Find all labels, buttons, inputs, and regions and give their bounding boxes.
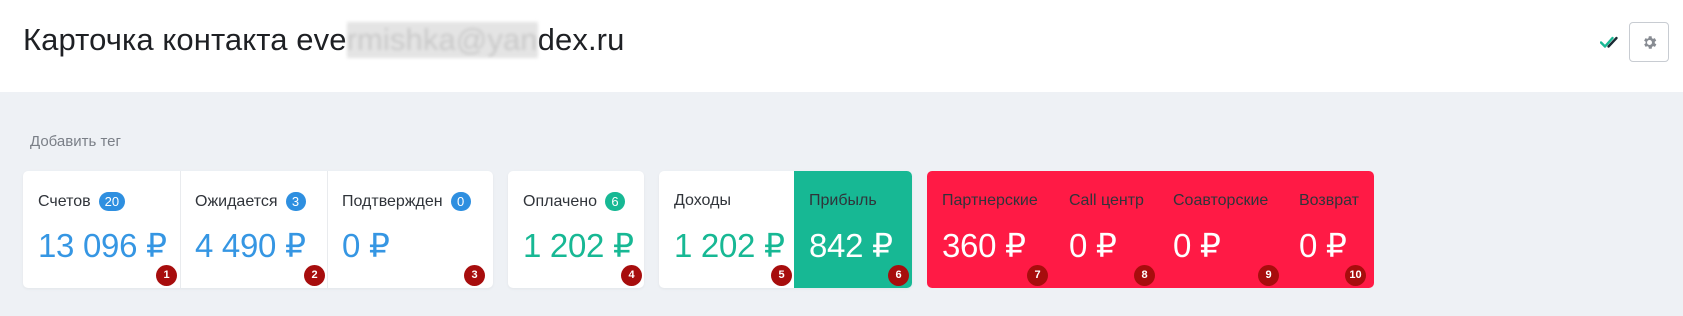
stat-label: Возврат	[1299, 192, 1359, 209]
stat-profit[interactable]: Прибыль 842 ₽ 6	[794, 171, 912, 288]
count-badge: 6	[604, 192, 625, 211]
paid-card: Оплачено 6 1 202 ₽ 4	[508, 171, 644, 288]
stat-label: Соавторские	[1173, 192, 1269, 209]
marker-badge: 3	[464, 265, 485, 286]
stat-label: Оплачено	[523, 192, 597, 210]
income-card: Доходы 1 202 ₽ 5 Прибыль 842 ₽ 6	[659, 171, 912, 288]
page-header: Карточка контакта evermishka@yandex.ru	[0, 0, 1683, 92]
stat-label: Прибыль	[809, 192, 877, 209]
marker-badge: 5	[771, 265, 792, 286]
check-double-icon	[1600, 36, 1618, 48]
add-tag-link[interactable]: Добавить тег	[30, 133, 121, 150]
stat-label: Call центр	[1069, 192, 1144, 209]
stat-confirmed[interactable]: Подтвержден 0 0 ₽ 3	[327, 171, 493, 288]
stat-label: Доходы	[674, 192, 731, 209]
title-prefix: Карточка контакта eve	[23, 22, 347, 57]
stat-value: 360 ₽	[942, 227, 1026, 264]
stat-income[interactable]: Доходы 1 202 ₽ 5	[659, 171, 794, 288]
stat-call-center[interactable]: Call центр 0 ₽ 8	[1054, 171, 1158, 288]
stat-value: 4 490 ₽	[195, 227, 306, 264]
count-badge: 20	[98, 192, 126, 211]
stat-value: 13 096 ₽	[38, 227, 167, 264]
marker-badge: 1	[156, 265, 177, 286]
marker-badge: 4	[621, 265, 642, 286]
stat-value: 842 ₽	[809, 227, 893, 264]
title-masked-email: rmishka@yan	[346, 22, 538, 58]
stat-value: 0 ₽	[1173, 227, 1221, 264]
stat-value: 0 ₽	[342, 227, 390, 264]
stat-coauthor[interactable]: Соавторские 0 ₽ 9	[1158, 171, 1284, 288]
marker-badge: 6	[888, 265, 909, 286]
marker-badge: 2	[304, 265, 325, 286]
settings-button[interactable]	[1629, 22, 1669, 62]
stat-value: 1 202 ₽	[523, 227, 634, 264]
stat-value: 0 ₽	[1069, 227, 1117, 264]
expenses-card: Партнерские 360 ₽ 7 Call центр 0 ₽ 8 Соа…	[927, 171, 1374, 288]
stat-expected[interactable]: Ожидается 3 4 490 ₽ 2	[180, 171, 327, 288]
marker-badge: 10	[1345, 265, 1366, 286]
stat-label: Счетов	[38, 192, 91, 210]
stat-paid[interactable]: Оплачено 6 1 202 ₽ 4	[508, 171, 644, 288]
marker-badge: 8	[1134, 265, 1155, 286]
stat-value: 1 202 ₽	[674, 227, 785, 264]
stat-invoices[interactable]: Счетов 20 13 096 ₽ 1	[23, 171, 180, 288]
invoices-card: Счетов 20 13 096 ₽ 1 Ожидается 3 4 490 ₽ 2…	[23, 171, 493, 288]
page-title: Карточка контакта evermishka@yandex.ru	[23, 22, 624, 58]
count-badge: 3	[285, 192, 306, 211]
stat-refund[interactable]: Возврат 0 ₽ 10	[1284, 171, 1374, 288]
stat-value: 0 ₽	[1299, 227, 1347, 264]
marker-badge: 7	[1027, 265, 1048, 286]
stat-label: Подтвержден	[342, 192, 443, 210]
stat-label: Партнерские	[942, 192, 1038, 209]
marker-badge: 9	[1258, 265, 1279, 286]
stat-label: Ожидается	[195, 192, 278, 210]
gear-icon	[1643, 35, 1656, 49]
stat-partner[interactable]: Партнерские 360 ₽ 7	[927, 171, 1054, 288]
title-suffix: dex.ru	[537, 22, 625, 57]
count-badge: 0	[450, 192, 471, 211]
